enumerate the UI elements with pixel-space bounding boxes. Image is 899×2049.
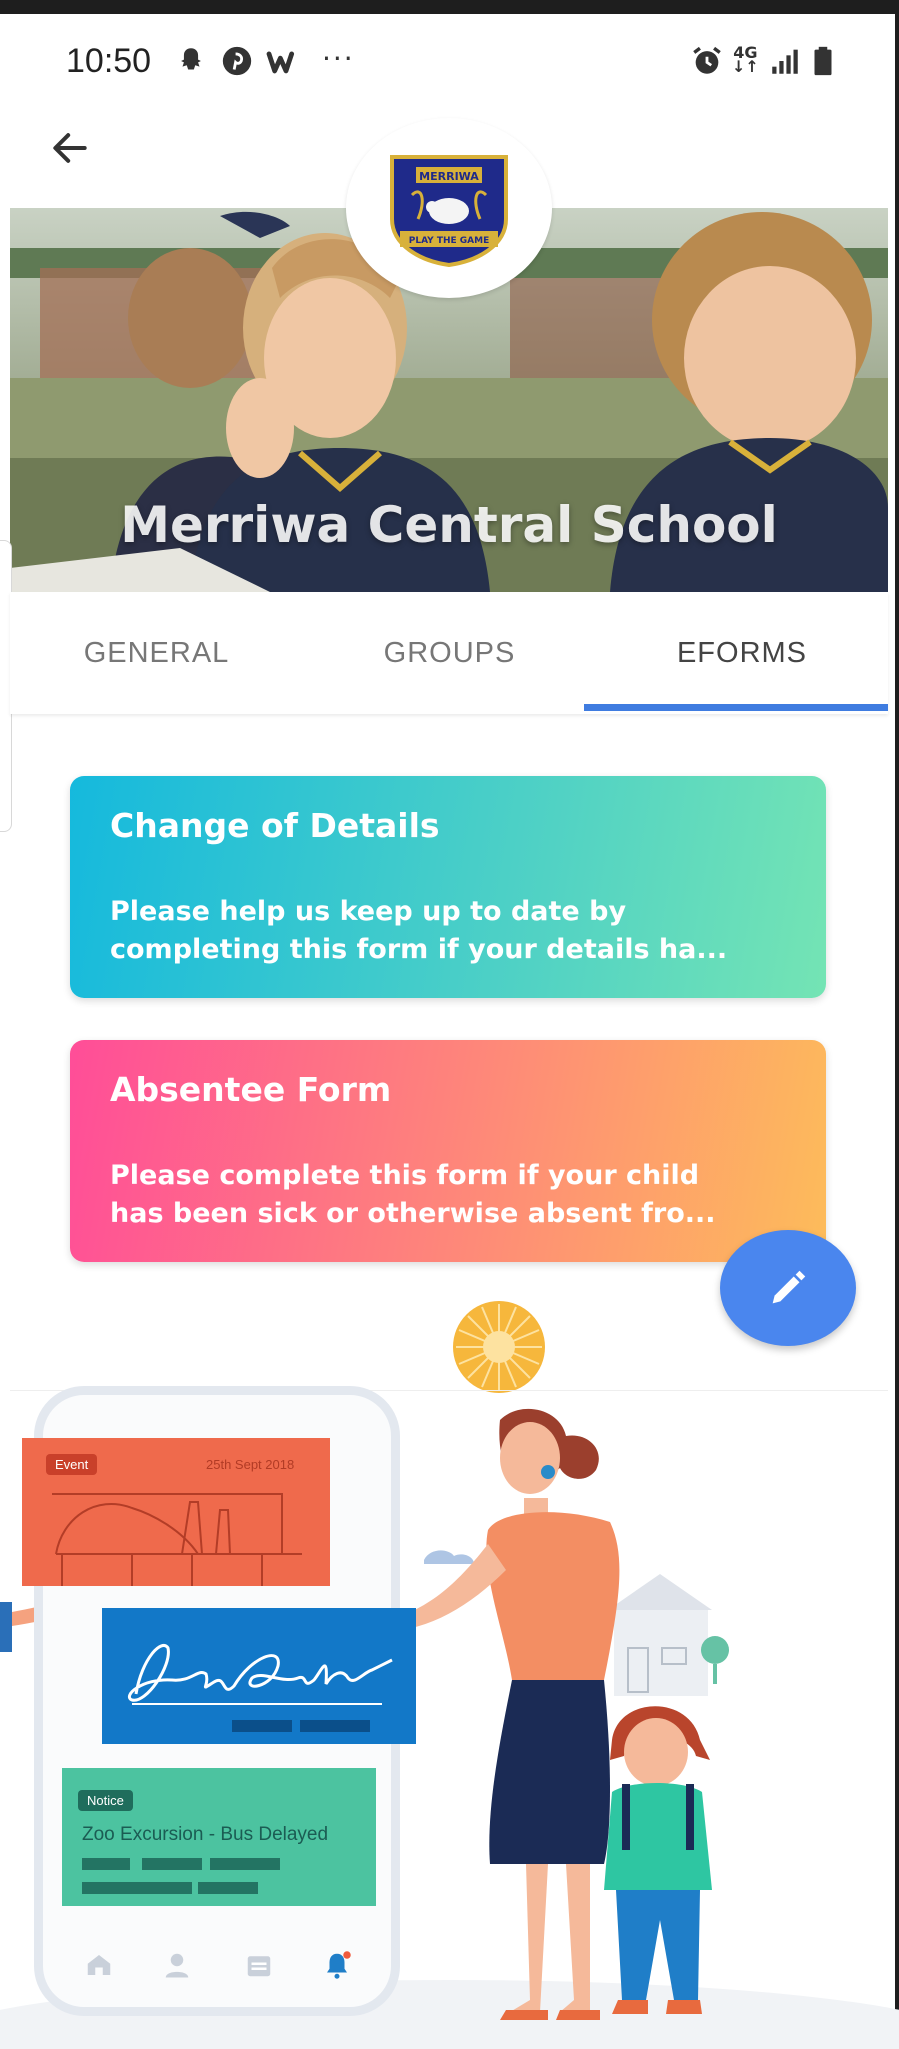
form-card-absentee[interactable]: Absentee Form Please complete this form … [70,1040,826,1262]
pinterest-icon [222,46,252,76]
snapchat-icon [181,48,201,70]
user-icon [165,1953,189,1978]
back-button[interactable] [40,118,100,178]
school-logo: MERRIWA PLAY THE GAME [346,118,552,298]
tab-bar: GENERAL GROUPS EFORMS [10,592,888,714]
calendar-icon [247,1956,271,1977]
status-time: 10:50 [66,42,152,80]
compose-button[interactable] [720,1230,856,1346]
form-description-line: completing this form if your details ha.… [110,934,728,965]
bell-icon [327,1951,351,1979]
event-badge: Event [46,1454,98,1475]
event-date: 25th Sept 2018 [206,1457,295,1472]
placeholder-bar [142,1858,202,1870]
svg-text:MERRIWA: MERRIWA [419,170,479,183]
placeholder-bar [82,1882,192,1894]
form-description-line: Please complete this form if your child [110,1160,700,1191]
form-description-line: has been sick or otherwise absent fro... [110,1198,716,1229]
form-description: Please help us keep up to date by comple… [110,893,786,969]
window-frame-top [0,0,899,14]
signature-card [102,1608,416,1744]
form-description-line: Please help us keep up to date by [110,896,627,927]
home-icon [87,1955,111,1975]
wattpad-icon [266,51,295,74]
signature-drawing [128,1644,393,1732]
school-name: Merriwa Central School [120,496,778,554]
form-card-change-of-details[interactable]: Change of Details Please help us keep up… [70,776,826,998]
alarm-icon [693,46,721,74]
pencil-icon [772,1270,806,1304]
placeholder-bar [82,1858,130,1870]
arrow-left-icon [53,133,87,163]
network-label: 4G [733,43,758,62]
battery-icon [814,46,832,76]
placeholder-bar [210,1858,280,1870]
svg-text:PLAY THE GAME: PLAY THE GAME [409,236,490,246]
network-type: 4G ↓↑ [732,43,759,76]
more-notifications: ··· [322,42,355,75]
notice-text: Zoo Excursion - Bus Delayed [82,1824,329,1845]
placeholder-bar [198,1882,258,1894]
tab-groups[interactable]: GROUPS [303,592,596,714]
tab-eforms[interactable]: EFORMS [596,592,888,714]
signal-icon [772,49,798,74]
tab-general[interactable]: GENERAL [10,592,303,714]
active-tab-indicator [584,704,888,711]
notice-badge: Notice [78,1790,133,1811]
status-bar: 10:50 ··· 4G ↓↑ [0,14,899,110]
form-title: Absentee Form [110,1070,392,1109]
school-crest-icon: MERRIWA PLAY THE GAME [390,155,508,267]
form-description: Please complete this form if your child … [110,1157,786,1233]
form-title: Change of Details [110,806,440,845]
